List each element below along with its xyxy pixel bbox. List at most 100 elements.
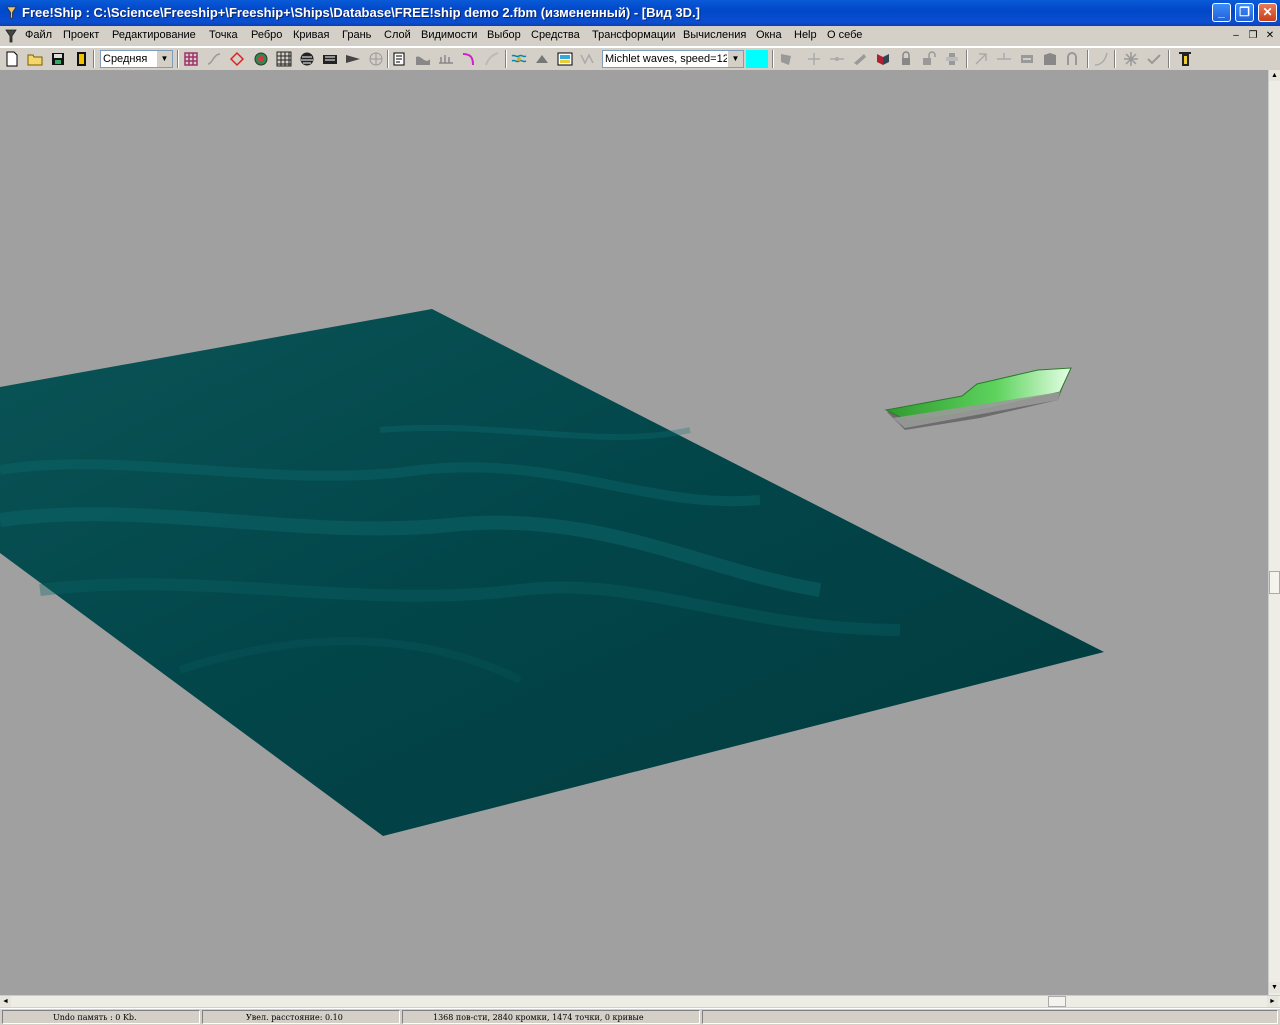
interior-edges-icon[interactable] [206,51,222,67]
flowlines-icon[interactable] [461,51,477,67]
toolbar-separator [505,50,507,68]
menu-curve[interactable]: Кривая [293,29,329,41]
heel-icon[interactable] [580,51,596,67]
curve-add-icon[interactable] [1065,51,1081,67]
fit-icon[interactable] [1093,51,1109,67]
menu-visibility[interactable]: Видимости [421,29,477,41]
mdi-restore-button[interactable]: ❐ [1246,29,1260,42]
toolbar-separator [772,50,774,68]
menu-file[interactable]: Файл [25,29,52,41]
export-icon[interactable] [73,51,89,67]
menu-transform[interactable]: Трансформации [592,29,675,41]
maximize-button[interactable]: ❐ [1235,3,1254,22]
menu-tools[interactable]: Средства [531,29,580,41]
menu-selection[interactable]: Выбор [487,29,521,41]
options-icon[interactable] [1146,51,1162,67]
collapse-icon[interactable] [996,51,1012,67]
mdi-minimize-button[interactable]: – [1229,29,1243,42]
status-bar: Undo память : 0 Kb. Увел. расстояние: 0.… [0,1008,1280,1025]
save-icon[interactable] [50,51,66,67]
split-icon[interactable] [852,51,868,67]
shade-icon[interactable] [253,51,269,67]
open-folder-icon[interactable] [27,51,43,67]
station-icon[interactable] [438,51,454,67]
toolbar-separator [1168,50,1170,68]
ship-hull [884,367,1072,430]
horizontal-scrollbar[interactable]: ◄ ► [0,995,1280,1007]
horizontal-scroll-thumb[interactable] [1048,996,1066,1007]
shading-mode-value: Michlet waves, speed=12 [605,53,729,65]
menu-project[interactable]: Проект [63,29,99,41]
curvature-icon[interactable] [229,51,245,67]
toolbar: Средняя ▼ Michlet waves, speed=12 ▼ [0,47,1280,71]
developability-icon[interactable] [345,51,361,67]
unlock-icon[interactable] [921,51,937,67]
status-undo-memory: Undo память : 0 Kb. [2,1010,200,1024]
menu-face[interactable]: Грань [342,29,371,41]
new-file-icon[interactable] [4,51,20,67]
waves-icon[interactable] [511,51,527,67]
scroll-left-button[interactable]: ◄ [0,996,11,1007]
toolbar-separator [387,50,389,68]
menu-bar: Файл Проект Редактирование Точка Ребро К… [0,26,1280,47]
edge-icon[interactable] [806,51,822,67]
color-icon[interactable] [557,51,573,67]
document-icon[interactable] [3,28,19,44]
water-surface [0,309,1104,836]
select-icon[interactable] [1123,51,1139,67]
title-bar: Free!Ship : C:\Science\Freeship+\Freeshi… [0,0,1280,26]
precision-select[interactable]: Средняя ▼ [100,50,173,68]
menu-help[interactable]: Help [794,29,817,41]
status-zoom-distance: Увел. расстояние: 0.10 [202,1010,400,1024]
menu-edit[interactable]: Редактирование [112,29,196,41]
insert-icon[interactable] [973,51,989,67]
menu-about[interactable]: О себе [827,29,862,41]
toolbar-separator [1114,50,1116,68]
grid-icon[interactable] [276,51,292,67]
point-icon[interactable] [778,51,794,67]
scroll-up-button[interactable]: ▲ [1269,70,1280,81]
shading-mode-select[interactable]: Michlet waves, speed=12 ▼ [602,50,744,68]
markers-icon[interactable] [368,51,384,67]
status-empty-panel [702,1010,1278,1024]
toolbar-separator [93,50,95,68]
properties-icon[interactable] [392,51,408,67]
close-button[interactable]: ✕ [1258,3,1277,22]
toolbar-separator [177,50,179,68]
toolbar-separator [1087,50,1089,68]
menu-edge[interactable]: Ребро [251,29,282,41]
app-icon [6,6,17,19]
mirror-icon[interactable] [875,51,891,67]
color-swatch[interactable] [746,50,768,68]
chevron-down-icon[interactable]: ▼ [156,51,172,67]
menu-layer[interactable]: Слой [384,29,411,41]
scroll-right-button[interactable]: ► [1267,996,1278,1007]
align-icon[interactable] [944,51,960,67]
precision-value: Средняя [103,53,148,65]
mdi-close-button[interactable]: ✕ [1263,29,1277,42]
minimize-button[interactable]: _ [1212,3,1231,22]
menu-windows[interactable]: Окна [756,29,782,41]
layer-icon[interactable] [534,51,550,67]
menu-calculations[interactable]: Вычисления [683,29,746,41]
scene-canvas [0,309,1104,836]
curve-icon[interactable] [484,51,500,67]
face-new-icon[interactable] [1019,51,1035,67]
scroll-down-button[interactable]: ▼ [1269,982,1280,993]
gaussian-icon[interactable] [322,51,338,67]
vertical-scroll-thumb[interactable] [1269,571,1280,594]
chevron-down-icon[interactable]: ▼ [727,51,743,67]
control-net-icon[interactable] [183,51,199,67]
face-icon[interactable] [829,51,845,67]
window-title: Free!Ship : C:\Science\Freeship+\Freeshi… [22,5,700,20]
menu-point[interactable]: Точка [209,29,238,41]
lock-icon[interactable] [898,51,914,67]
exit-icon[interactable] [1177,51,1193,67]
toolbar-separator [966,50,968,68]
zebra-icon[interactable] [299,51,315,67]
vertical-scrollbar[interactable]: ▲ ▼ [1268,70,1280,995]
status-model-counts: 1368 пов-сти, 2840 кромки, 1474 точки, 0… [402,1010,700,1024]
crease-icon[interactable] [1042,51,1058,67]
viewport-3d[interactable] [0,70,1268,995]
hydrostatics-icon[interactable] [415,51,431,67]
